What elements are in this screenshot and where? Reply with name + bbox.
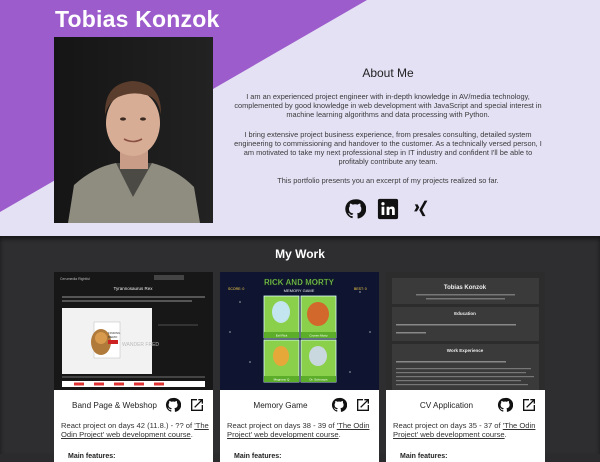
features-label: Main features: [400,453,448,460]
shot-band-name: Cerumedia Rightful [60,277,90,281]
work-heading: My Work [275,247,325,261]
svg-text:Education: Education [454,311,476,316]
svg-text:Tobias Konzok: Tobias Konzok [444,285,487,291]
about-paragraph-3: This portfolio presents you an excerpt o… [277,176,499,186]
portrait-image [54,37,213,223]
profile-name: Tobias Konzok [55,6,220,32]
svg-text:RICK AND MORTY: RICK AND MORTY [264,278,335,287]
hero-section: Tobias Konzok About Me I am an experienc… [0,0,600,236]
project-description: React project on days 35 - 37 of 'The Od… [393,421,536,440]
project-title-row: CV Application [386,394,545,416]
project-screenshot-band-page[interactable]: Cerumedia Rightful Tyrannosaurus Rex FIN… [54,272,213,390]
features-label: Main features: [234,453,282,460]
about-paragraph-2: I bring extensive project business exper… [234,129,542,167]
github-icon[interactable] [497,397,513,413]
svg-text:Magnano Q: Magnano Q [274,378,290,382]
project-title-row: Band Page & Webshop [54,394,213,416]
about-section: About Me I am an experienced project eng… [228,66,548,196]
project-screenshot-cv-application[interactable]: Tobias Konzok Education Work Experience [386,272,545,390]
svg-text:Evil Rick: Evil Rick [276,334,288,338]
xing-icon[interactable] [410,197,433,221]
about-heading: About Me [362,66,414,80]
svg-text:MEMO: MEMO [108,335,118,339]
external-link-icon[interactable] [189,397,205,413]
svg-text:WANDER FRED: WANDER FRED [122,342,159,348]
svg-text:SCORE: 0: SCORE: 0 [228,287,244,291]
project-card-memory-game: RICK AND MORTY MEMORY GAME SCORE: 0 BEST… [220,272,379,462]
external-link-icon[interactable] [355,397,371,413]
project-title: Band Page & Webshop [72,400,157,410]
profile-portrait [54,37,213,223]
project-card-cv-application: Tobias Konzok Education Work Experience … [386,272,545,462]
shot-band-heading: Tyrannosaurus Rex [113,286,153,291]
project-title: Memory Game [253,400,308,410]
project-description: React project on days 38 - 39 of 'The Od… [227,421,370,440]
project-screenshot-memory-game[interactable]: RICK AND MORTY MEMORY GAME SCORE: 0 BEST… [220,272,379,390]
project-description: React project on days 42 (11.8.) - ?? of… [61,421,209,440]
svg-text:Dr. Schnoops: Dr. Schnoops [309,378,328,382]
svg-text:BEST: 0: BEST: 0 [354,287,367,291]
project-card-band-page: Cerumedia Rightful Tyrannosaurus Rex FIN… [54,272,213,462]
github-icon[interactable] [343,197,366,221]
svg-text:Work Experience: Work Experience [447,348,484,353]
svg-text:MEMORY GAME: MEMORY GAME [284,288,315,293]
project-title-row: Memory Game [220,394,379,416]
github-icon[interactable] [165,397,181,413]
features-label: Main features: [68,453,116,460]
project-title: CV Application [419,400,474,410]
social-links [343,197,433,221]
linkedin-icon[interactable] [376,197,399,221]
github-icon[interactable] [331,397,347,413]
about-paragraph-1: I am an experienced project engineer wit… [234,92,542,120]
external-link-icon[interactable] [521,397,537,413]
svg-text:Cronen Morty: Cronen Morty [309,334,328,338]
